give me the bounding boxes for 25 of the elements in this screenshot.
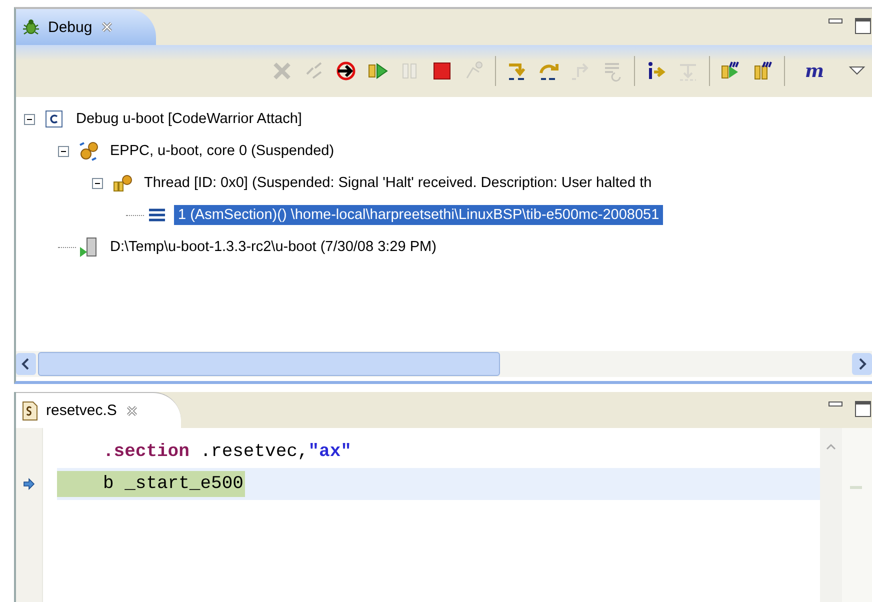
maximize-icon[interactable] [854, 400, 872, 418]
toolbar-button[interactable]: m [794, 60, 836, 82]
file-icon [22, 400, 38, 420]
tree-item[interactable]: 1 (AsmSection)() \home-local\harpreetsethi\LinuxBSP\tib-e500mc-2008051 [174, 205, 664, 225]
scroll-left-icon[interactable] [16, 353, 36, 375]
collapse-toggle[interactable] [58, 146, 72, 156]
tree-item[interactable]: D:\Temp\u-boot-1.3.3-rc2\u-boot (7/30/08 3:29 PM) [106, 237, 440, 257]
close-icon[interactable] [124, 404, 139, 418]
code-line: .section .resetvec,"ax" [102, 441, 352, 464]
tree-item[interactable]: Thread [ID: 0x0] (Suspended: Signal 'Halt' received. Description: User halted th [140, 173, 656, 193]
stop-icon[interactable] [430, 60, 453, 82]
multi-pause-icon[interactable] [752, 60, 774, 82]
debug-tab[interactable]: Debug [16, 9, 156, 45]
tree-item[interactable]: Debug u-boot [CodeWarrior Attach] [72, 109, 306, 129]
collapse-toggle[interactable] [24, 114, 38, 124]
maximize-icon[interactable] [854, 17, 872, 35]
bug-icon [22, 18, 40, 36]
thread-icon [112, 173, 134, 193]
close-icon[interactable] [100, 20, 114, 34]
scroll-right-icon[interactable] [852, 353, 872, 375]
gears-icon [78, 141, 100, 161]
resume-icon[interactable] [366, 60, 389, 82]
tree-item[interactable]: EPPC, u-boot, core 0 (Suspended) [106, 141, 338, 161]
editor-tab[interactable]: resetvec.S [16, 392, 181, 428]
collapse-toggle[interactable] [92, 178, 106, 188]
